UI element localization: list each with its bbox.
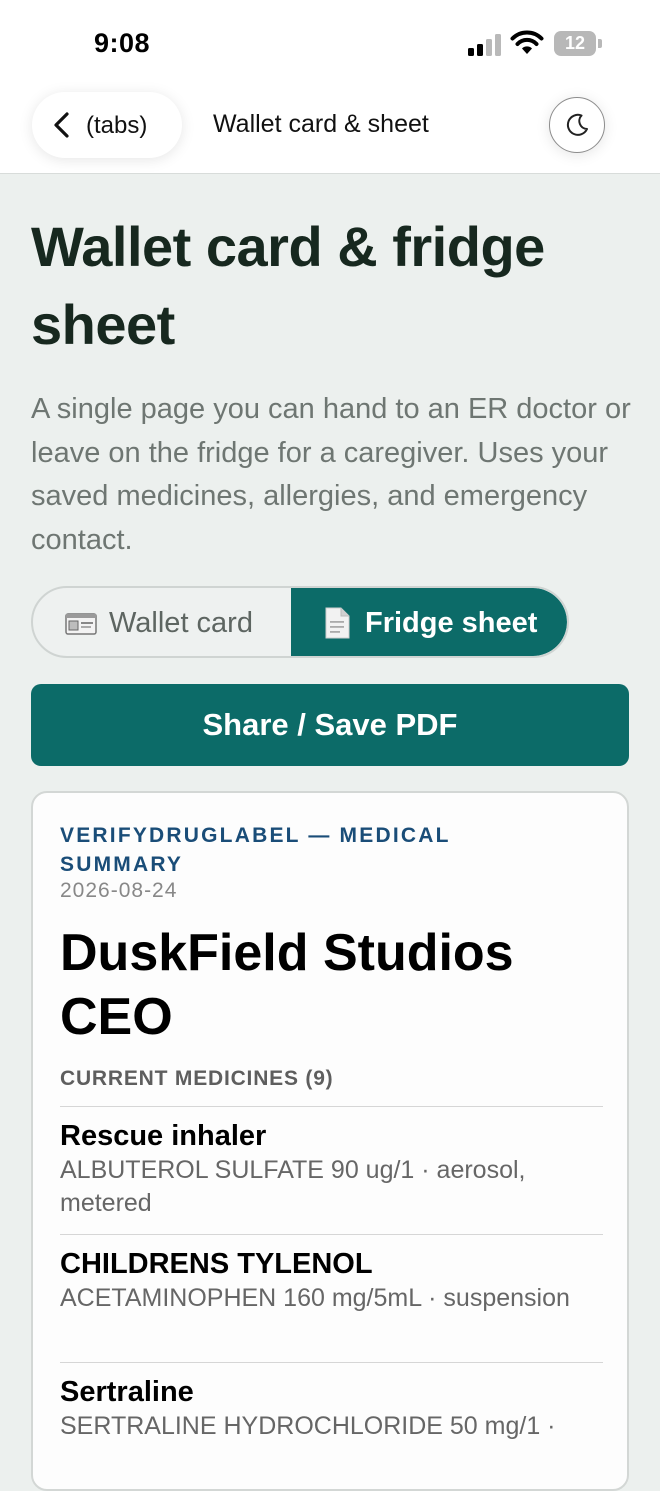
- status-bar: 9:08 12: [0, 0, 660, 88]
- wifi-icon: [510, 30, 544, 54]
- status-time: 9:08: [94, 28, 151, 58]
- moon-icon: [566, 113, 588, 136]
- tab-fridge-sheet[interactable]: Fridge sheet: [291, 588, 567, 656]
- medicine-detail: ACETAMINOPHEN 160 mg/5mL · suspension: [60, 1284, 570, 1312]
- theme-toggle-button[interactable]: [549, 97, 605, 153]
- sheet-date: 2026-08-24: [60, 879, 178, 902]
- medicine-item: Rescue inhaler ALBUTEROL SULFATE 90 ug/1…: [60, 1106, 603, 1234]
- top-bar: 9:08 12 (tabs) Wallet card & sheet: [0, 0, 660, 174]
- battery-tip: [598, 39, 602, 48]
- cellular-signal-icon: [468, 34, 502, 56]
- medicine-list: Rescue inhaler ALBUTEROL SULFATE 90 ug/1…: [60, 1106, 603, 1489]
- sheet-kicker: VERIFYDRUGLABEL — MEDICAL SUMMARY: [60, 824, 451, 876]
- document-icon: [325, 607, 350, 639]
- medicine-item: Sertraline SERTRALINE HYDROCHLORIDE 50 m…: [60, 1362, 603, 1489]
- page-description: A single page you can hand to an ER doct…: [31, 393, 631, 556]
- page-title: Wallet card & fridge sheet: [31, 215, 545, 356]
- tab-fridge-sheet-label: Fridge sheet: [365, 607, 538, 639]
- tab-wallet-card-label: Wallet card: [109, 607, 253, 639]
- medicine-name: Sertraline: [60, 1376, 194, 1408]
- format-segmented-control: Wallet card Fridge sheet: [31, 586, 569, 658]
- nav-title: Wallet card & sheet: [213, 110, 429, 138]
- share-save-pdf-button[interactable]: Share / Save PDF: [31, 684, 629, 766]
- chevron-left-icon: [54, 112, 69, 138]
- battery-indicator: 12: [554, 31, 596, 56]
- back-label: (tabs): [86, 112, 148, 139]
- medicine-name: CHILDRENS TYLENOL: [60, 1248, 373, 1280]
- medicine-item: CHILDRENS TYLENOL ACETAMINOPHEN 160 mg/5…: [60, 1234, 603, 1362]
- medicine-detail: SERTRALINE HYDROCHLORIDE 50 mg/1 ·: [60, 1412, 556, 1440]
- fridge-sheet-preview: VERIFYDRUGLABEL — MEDICAL SUMMARY 2026-0…: [31, 791, 629, 1491]
- back-button[interactable]: (tabs): [32, 92, 182, 158]
- tab-wallet-card[interactable]: Wallet card: [33, 588, 291, 656]
- id-card-icon: [65, 613, 97, 635]
- medicine-detail: ALBUTEROL SULFATE 90 ug/1 · aerosol, met…: [60, 1156, 526, 1217]
- medicines-section-label: CURRENT MEDICINES (9): [60, 1067, 334, 1090]
- sheet-person-name: DuskField Studios CEO: [60, 924, 514, 1046]
- medicine-name: Rescue inhaler: [60, 1120, 267, 1152]
